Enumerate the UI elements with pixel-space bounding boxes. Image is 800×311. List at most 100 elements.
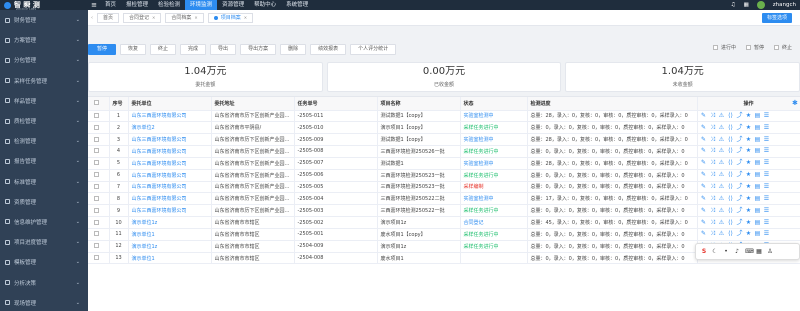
warning-icon[interactable]: ⚠ xyxy=(719,136,725,144)
warning-icon[interactable]: ⚠ xyxy=(719,195,725,203)
shuffle-icon[interactable]: ⤨ xyxy=(710,219,716,227)
table-row[interactable]: 11 演示单位1 山东省济南市市辖区 -2505-001 废水项目1【copy】 采样任务… xyxy=(88,228,800,241)
edit-icon[interactable]: ✎ xyxy=(701,230,707,238)
star-icon[interactable]: ★ xyxy=(746,124,752,132)
table-row[interactable]: 7 山东三西嘉环境有限公司 山东省济南市历下区创新产业园B号楼 -2505-005 三西… xyxy=(88,181,800,194)
dot-icon[interactable]: • xyxy=(723,248,729,255)
share-icon[interactable]: ⤴ xyxy=(737,124,743,132)
top-nav-item[interactable]: 检验检测 xyxy=(153,0,185,10)
close-icon[interactable]: ✕ xyxy=(194,14,197,22)
share-icon[interactable]: ⤴ xyxy=(737,195,743,203)
star-icon[interactable]: ★ xyxy=(746,195,752,203)
close-icon[interactable]: ✕ xyxy=(244,14,247,22)
list-icon[interactable]: ☰ xyxy=(764,230,770,238)
table-row[interactable]: 6 山东三西嘉环境有限公司 山东省济南市历下区创新产业园B号楼 -2505-006 三西… xyxy=(88,169,800,182)
tabs-scroll-left-icon[interactable]: ‹ xyxy=(91,15,93,21)
menu-toggle-icon[interactable]: ≡ xyxy=(88,1,100,9)
close-icon[interactable]: ✕ xyxy=(152,14,155,22)
list-icon[interactable]: ☰ xyxy=(764,171,770,179)
code-icon[interactable]: ⟨⟩ xyxy=(728,195,734,203)
top-nav-item[interactable]: 环境监测 xyxy=(185,0,218,10)
apps-icon[interactable]: ▦ xyxy=(756,248,762,255)
cell-unit-link[interactable]: 演示单位1z xyxy=(128,216,212,229)
edit-icon[interactable]: ✎ xyxy=(701,159,707,167)
star-icon[interactable]: ★ xyxy=(746,112,752,120)
shirt-icon[interactable]: ♙ xyxy=(767,248,773,255)
toolbar-button[interactable]: 导出方案 xyxy=(240,43,277,55)
toolbar-button[interactable]: 暂停 xyxy=(88,43,116,55)
code-icon[interactable]: ⟨⟩ xyxy=(728,183,734,191)
table-row[interactable]: 1 山东三西嘉环境有限公司 山东省济南市历下区创新产业园B号楼 -2505-011 测试… xyxy=(88,110,800,123)
edit-icon[interactable]: ✎ xyxy=(701,147,707,155)
share-icon[interactable]: ⤴ xyxy=(737,183,743,191)
keyboard-icon[interactable]: ⌨ xyxy=(745,248,754,255)
code-icon[interactable]: ⟨⟩ xyxy=(728,136,734,144)
username[interactable]: zhangch xyxy=(773,2,796,8)
sidebar-item[interactable]: 样品管理 ⌄ xyxy=(0,91,88,111)
warning-icon[interactable]: ⚠ xyxy=(719,147,725,155)
sidebar-item[interactable]: 现场管理 ⌄ xyxy=(0,293,88,311)
column-header[interactable]: 委托单位 xyxy=(128,97,212,111)
document-icon[interactable]: ▤ xyxy=(755,207,761,215)
document-icon[interactable]: ▤ xyxy=(755,159,761,167)
document-icon[interactable]: ▤ xyxy=(755,171,761,179)
share-icon[interactable]: ⤴ xyxy=(737,112,743,120)
cell-unit-link[interactable]: 山东三西嘉环境有限公司 xyxy=(128,133,212,147)
cell-unit-link[interactable]: 山东三西嘉环境有限公司 xyxy=(128,110,212,123)
sidebar-item[interactable]: 资质管理 ⌄ xyxy=(0,192,88,212)
toolbar-button[interactable]: 完成 xyxy=(180,43,207,55)
list-icon[interactable]: ☰ xyxy=(764,147,770,155)
table-row[interactable]: 12 演示单位1z 山东省济南市市辖区 -2504-009 演示项目1z 采样任务进行中总… xyxy=(88,240,800,253)
code-icon[interactable]: ⟨⟩ xyxy=(728,112,734,120)
toolbar-button[interactable]: 绩效报表 xyxy=(310,43,347,55)
cell-unit-link[interactable]: 山东三西嘉环境有限公司 xyxy=(128,157,212,170)
sidebar-item[interactable]: 模板管理 ⌄ xyxy=(0,252,88,272)
share-icon[interactable]: ⤴ xyxy=(737,147,743,155)
warning-icon[interactable]: ⚠ xyxy=(719,230,725,238)
list-icon[interactable]: ☰ xyxy=(764,136,770,144)
star-icon[interactable]: ★ xyxy=(746,230,752,238)
top-nav-item[interactable]: 系统管理 xyxy=(281,0,313,10)
shuffle-icon[interactable]: ⤨ xyxy=(710,124,716,132)
row-checkbox[interactable] xyxy=(88,181,110,194)
top-nav-item[interactable]: 资源管理 xyxy=(217,0,249,10)
share-icon[interactable]: ⤴ xyxy=(737,171,743,179)
checkbox[interactable] xyxy=(773,45,779,50)
column-header[interactable]: 任务单号 xyxy=(294,97,378,111)
toolbar-button[interactable]: 个人评分统计 xyxy=(350,43,397,55)
grid-icon[interactable]: ▦ xyxy=(744,2,749,8)
list-icon[interactable]: ☰ xyxy=(764,124,770,132)
code-icon[interactable]: ⟨⟩ xyxy=(728,219,734,227)
warning-icon[interactable]: ⚠ xyxy=(719,207,725,215)
edit-icon[interactable]: ✎ xyxy=(701,112,707,120)
tab[interactable]: 首页 xyxy=(97,12,120,23)
row-checkbox[interactable] xyxy=(88,204,110,218)
tab[interactable]: 项目档案 ✕ xyxy=(207,12,254,23)
status-filter-checkbox[interactable]: 终止 xyxy=(773,44,792,51)
document-icon[interactable]: ▤ xyxy=(755,183,761,191)
warning-icon[interactable]: ⚠ xyxy=(719,219,725,227)
row-checkbox[interactable] xyxy=(88,121,110,135)
edit-icon[interactable]: ✎ xyxy=(701,219,707,227)
toolbar-button[interactable]: 终止 xyxy=(150,43,177,55)
cell-unit-link[interactable]: 山东三西嘉环境有限公司 xyxy=(128,145,212,158)
list-icon[interactable]: ☰ xyxy=(764,183,770,191)
status-filter-checkbox[interactable]: 进行中 xyxy=(712,44,736,51)
edit-icon[interactable]: ✎ xyxy=(701,124,707,132)
sogou-s-icon[interactable]: S xyxy=(701,248,707,255)
code-icon[interactable]: ⟨⟩ xyxy=(728,171,734,179)
code-icon[interactable]: ⟨⟩ xyxy=(728,207,734,215)
document-icon[interactable]: ▤ xyxy=(755,124,761,132)
column-header[interactable]: 序号 xyxy=(109,97,129,111)
code-icon[interactable]: ⟨⟩ xyxy=(728,147,734,155)
share-icon[interactable]: ⤴ xyxy=(737,136,743,144)
share-icon[interactable]: ⤴ xyxy=(737,159,743,167)
shuffle-icon[interactable]: ⤨ xyxy=(710,159,716,167)
bell-icon[interactable]: ♫ xyxy=(731,2,736,8)
cell-unit-link[interactable]: 山东三西嘉环境有限公司 xyxy=(128,169,212,182)
edit-icon[interactable]: ✎ xyxy=(701,183,707,191)
list-icon[interactable]: ☰ xyxy=(764,112,770,120)
list-icon[interactable]: ☰ xyxy=(764,195,770,203)
star-icon[interactable]: ★ xyxy=(746,147,752,155)
row-checkbox[interactable] xyxy=(88,192,110,206)
